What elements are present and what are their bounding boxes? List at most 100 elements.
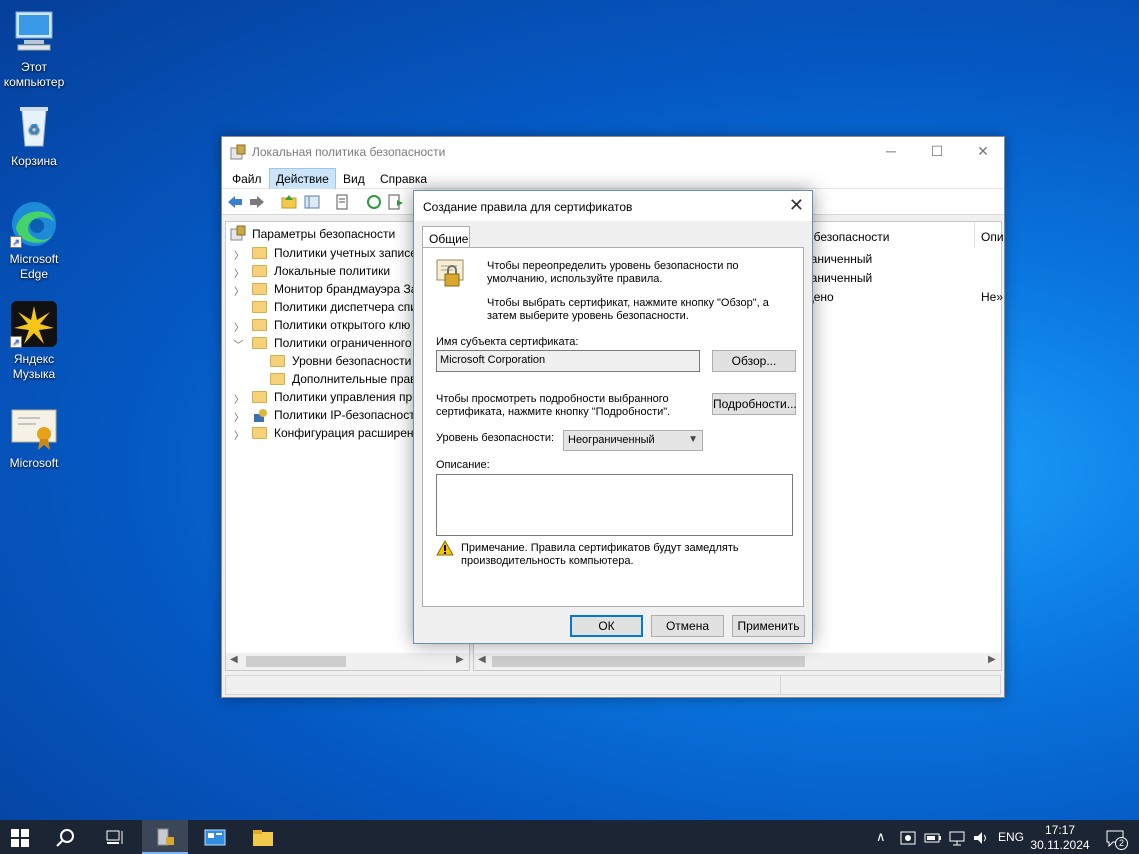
expand-chevron-icon[interactable]: 〉 (234, 283, 244, 298)
dialog-title: Создание правила для сертификатов (423, 200, 633, 214)
show-hide-tree-icon[interactable] (304, 194, 320, 210)
minimize-button[interactable]: ─ (868, 137, 914, 167)
taskbar-app-explorer[interactable] (240, 820, 286, 854)
edge-icon: ↗ (10, 200, 58, 248)
windows-logo-icon (11, 829, 29, 847)
column-divider[interactable] (974, 222, 975, 248)
ok-button[interactable]: ОК (570, 615, 643, 637)
expand-chevron-icon[interactable]: 〉 (234, 247, 244, 262)
menu-file[interactable]: Файл (226, 170, 268, 188)
menu-action[interactable]: Действие (269, 168, 336, 190)
security-level-label: Уровень безопасности: (436, 432, 555, 444)
scroll-right-icon[interactable]: ▶ (456, 654, 464, 665)
status-divider (780, 676, 781, 694)
start-button[interactable] (0, 820, 46, 854)
desktop-icon-label: Корзина (11, 154, 57, 168)
expand-chevron-icon[interactable]: 〉 (234, 409, 244, 424)
desktop-icon-this-pc[interactable]: Этот компьютер (0, 8, 68, 90)
search-button[interactable] (45, 820, 91, 854)
security-settings-icon (230, 225, 246, 241)
folder-icon (270, 373, 285, 385)
folder-icon (270, 355, 285, 367)
window-title: Локальная политика безопасности (252, 145, 446, 159)
properties-icon[interactable] (334, 194, 350, 210)
browse-button[interactable]: Обзор... (712, 350, 796, 372)
table-row-cell[interactable]: Не» (981, 290, 1003, 304)
expand-chevron-icon[interactable]: 〉 (234, 319, 244, 334)
cancel-button[interactable]: Отмена (651, 615, 724, 637)
chevron-down-icon: ▼ (688, 434, 698, 445)
clock[interactable]: 17:17 30.11.2024 (1030, 823, 1090, 853)
desktop-icon-recycle-bin[interactable]: ♻ Корзина (0, 102, 68, 169)
dialog-close-icon[interactable]: ✕ (789, 195, 804, 216)
expand-chevron-icon[interactable]: 〉 (234, 427, 244, 442)
shortcut-arrow-icon: ↗ (10, 236, 22, 248)
clock-time: 17:17 (1044, 823, 1076, 837)
desktop-icon-certificate[interactable]: Microsoft (0, 404, 68, 471)
folder-open-icon (252, 337, 267, 349)
tab-general[interactable]: Общие (422, 226, 470, 248)
tree-item-label: Политики диспетчера спи (274, 300, 418, 314)
desktop-icon-label: Яндекс Музыка (12, 352, 56, 381)
export-list-icon[interactable] (388, 194, 404, 210)
clock-date: 30.11.2024 (1030, 838, 1090, 852)
table-row-cell[interactable]: раниченный (804, 252, 872, 266)
show-hidden-icons-chevron-icon[interactable]: ∧ (876, 829, 886, 845)
desktop-icon-label: Этот компьютер (3, 60, 65, 89)
security-policy-icon (157, 828, 174, 846)
control-panel-icon (204, 829, 226, 846)
security-center-icon[interactable] (900, 830, 916, 846)
apply-button[interactable]: Применить (732, 615, 805, 637)
description-textarea[interactable] (436, 474, 793, 536)
up-folder-icon[interactable] (281, 194, 297, 210)
close-button[interactable]: ✕ (960, 137, 1006, 167)
details-button[interactable]: Подробности... (712, 393, 797, 415)
taskbar-app-security-policy[interactable] (142, 820, 188, 854)
tree-root-label: Параметры безопасности (252, 227, 396, 241)
intro-text-2: Чтобы выбрать сертификат, нажмите кнопку… (487, 297, 769, 322)
battery-icon[interactable] (924, 831, 942, 845)
table-row-cell[interactable]: раниченный (804, 271, 872, 285)
file-explorer-icon (253, 830, 273, 846)
ip-security-icon (254, 409, 267, 422)
scrollbar-thumb[interactable] (492, 656, 805, 667)
network-icon[interactable] (948, 830, 966, 846)
taskbar-app-control-panel[interactable] (192, 820, 238, 854)
refresh-icon[interactable] (366, 194, 382, 210)
menu-view[interactable]: Вид (337, 170, 371, 188)
certificate-icon (10, 404, 58, 452)
folder-icon (252, 319, 267, 331)
svg-text:♻: ♻ (28, 121, 41, 137)
security-level-select[interactable]: Неограниченный ▼ (563, 430, 703, 451)
scroll-left-icon[interactable]: ◀ (230, 654, 238, 665)
column-header-security-level[interactable]: ь безопасности (804, 230, 889, 244)
scrollbar-thumb[interactable] (246, 656, 346, 667)
tab-panel-general: Чтобы переопределить уровень безопасност… (422, 247, 804, 607)
window-titlebar[interactable]: Локальная политика безопасности ─ ☐ ✕ (222, 137, 1004, 167)
menu-help[interactable]: Справка (374, 170, 433, 188)
task-view-icon (106, 830, 123, 844)
column-header-description[interactable]: Опи (981, 230, 1004, 244)
back-arrow-icon[interactable] (227, 194, 243, 210)
tree-item-label: Политики IP-безопасност (274, 408, 415, 422)
tree-item-label: Политики учетных записе (274, 246, 417, 260)
details-horizontal-scrollbar[interactable]: ◀ ▶ (474, 653, 1001, 670)
shortcut-arrow-icon: ↗ (10, 336, 22, 348)
dialog-titlebar[interactable]: Создание правила для сертификатов ✕ (414, 191, 812, 221)
task-view-button[interactable] (93, 820, 139, 854)
collapse-chevron-icon[interactable]: 〉 (232, 340, 247, 350)
security-policy-icon (230, 144, 246, 160)
scroll-right-icon[interactable]: ▶ (988, 654, 996, 665)
input-language[interactable]: ENG (998, 830, 1024, 844)
certificate-rule-dialog[interactable]: Создание правила для сертификатов ✕ Общи… (413, 190, 813, 644)
desktop-icon-yandex-music[interactable]: ↗ Яндекс Музыка (0, 300, 68, 382)
scroll-left-icon[interactable]: ◀ (478, 654, 486, 665)
volume-icon[interactable] (972, 830, 990, 846)
tree-horizontal-scrollbar[interactable]: ◀ ▶ (226, 653, 469, 670)
subject-field[interactable]: Microsoft Corporation (436, 350, 700, 372)
maximize-button[interactable]: ☐ (914, 137, 960, 167)
forward-arrow-icon[interactable] (249, 194, 265, 210)
expand-chevron-icon[interactable]: 〉 (234, 391, 244, 406)
desktop-icon-edge[interactable]: ↗ Microsoft Edge (0, 200, 68, 282)
expand-chevron-icon[interactable]: 〉 (234, 265, 244, 280)
